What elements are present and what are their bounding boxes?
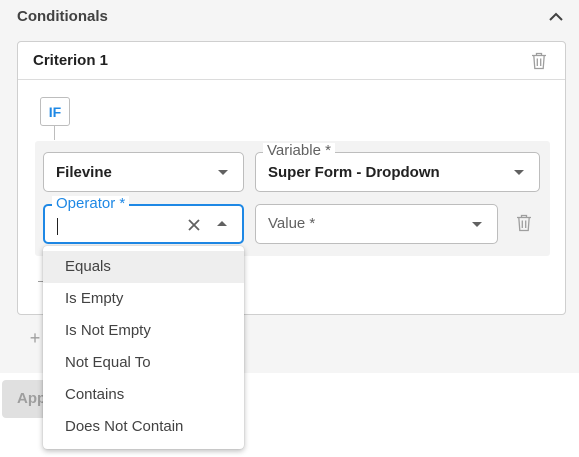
option-not-equal-to[interactable]: Not Equal To [43,347,244,379]
criterion-title: Criterion 1 [33,52,109,69]
caret-down-icon [218,170,228,175]
caret-down-icon [472,222,482,227]
if-badge: IF [40,97,70,126]
chevron-up-icon [549,12,563,21]
text-cursor [57,218,58,235]
variable-value: Super Form - Dropdown [268,164,440,181]
source-select[interactable]: Filevine [43,152,244,192]
operator-dropdown: Equals Is Empty Is Not Empty Not Equal T… [43,246,244,449]
caret-up-icon[interactable] [217,221,227,226]
option-equals[interactable]: Equals [43,251,244,283]
variable-label: Variable * [263,143,335,159]
option-contains[interactable]: Contains [43,379,244,411]
plus-icon: + [29,328,41,348]
collapse-button[interactable] [545,6,567,28]
value-placeholder: Value * [268,215,316,232]
operator-label: Operator * [52,196,130,212]
option-is-not-empty[interactable]: Is Not Empty [43,315,244,347]
trash-icon [532,52,546,70]
if-connector [54,126,55,140]
close-icon [188,219,200,231]
caret-down-icon [514,170,524,175]
value-select[interactable]: Value * [255,204,498,244]
option-does-not-contain[interactable]: Does Not Contain [43,411,244,443]
operator-input[interactable]: Operator * [43,196,244,244]
variable-select[interactable]: Variable * Super Form - Dropdown [255,143,540,192]
delete-criterion-button[interactable] [529,50,549,72]
option-is-empty[interactable]: Is Empty [43,283,244,315]
trash-icon [517,214,531,232]
add-criterion-button[interactable]: + [25,328,45,348]
source-value: Filevine [56,164,112,181]
delete-rule-button[interactable] [514,212,534,234]
section-title: Conditionals [17,8,108,25]
clear-button[interactable] [186,217,202,233]
criterion-header: Criterion 1 [18,42,565,80]
